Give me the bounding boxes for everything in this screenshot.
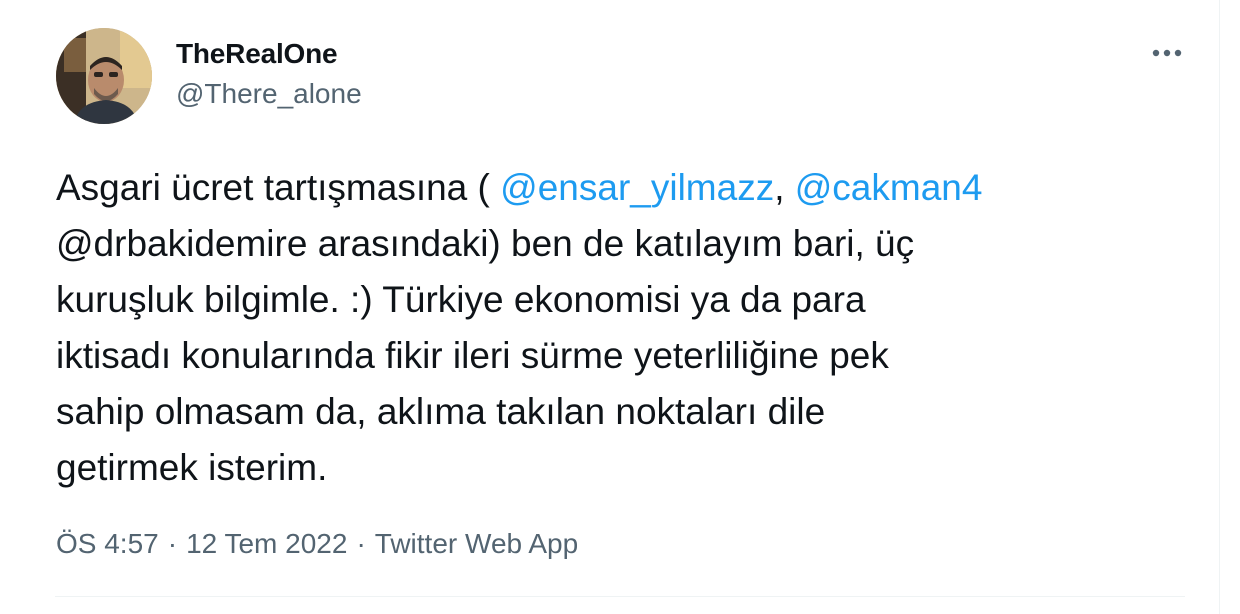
- avatar[interactable]: [56, 28, 152, 124]
- tweet-time-link[interactable]: ÖS 4:57: [56, 528, 159, 559]
- tweet-text-segment: Asgari ücret tartışmasına (: [56, 167, 501, 208]
- tweet-meta: ÖS 4:57 · 12 Tem 2022 · Twitter Web App: [56, 526, 578, 562]
- tweet-line-1: Asgari ücret tartışmasına ( @ensar_yilma…: [56, 160, 1196, 216]
- tweet-line-3: kuruşluk bilgimle. :) Türkiye ekonomisi …: [56, 279, 866, 320]
- tweet-line-5: sahip olmasam da, aklıma takılan noktala…: [56, 391, 826, 432]
- tweet-line-4: iktisadı konularında fikir ileri sürme y…: [56, 335, 889, 376]
- mention-link[interactable]: @cakman4: [795, 167, 983, 208]
- card-border: [1219, 0, 1220, 614]
- tweet-source-link[interactable]: Twitter Web App: [375, 528, 578, 559]
- author-display-name[interactable]: TheRealOne: [176, 37, 338, 71]
- divider: [55, 596, 1185, 597]
- meta-separator: ·: [167, 528, 178, 559]
- tweet-text-segment: ,: [774, 167, 795, 208]
- meta-separator: ·: [356, 528, 366, 559]
- avatar-photo: [56, 28, 152, 124]
- more-options-button[interactable]: [1146, 36, 1188, 70]
- tweet-line-2: @drbakidemire arasındaki) ben de katılay…: [56, 223, 915, 264]
- mention-link[interactable]: @ensar_yilmazz: [500, 167, 774, 208]
- tweet-line-6: getirmek isterim.: [56, 447, 328, 488]
- more-horizontal-icon: [1152, 49, 1182, 57]
- tweet-date-link[interactable]: 12 Tem 2022: [186, 528, 347, 559]
- tweet-text: Asgari ücret tartışmasına ( @ensar_yilma…: [56, 160, 1196, 496]
- author-handle[interactable]: @There_alone: [176, 77, 362, 111]
